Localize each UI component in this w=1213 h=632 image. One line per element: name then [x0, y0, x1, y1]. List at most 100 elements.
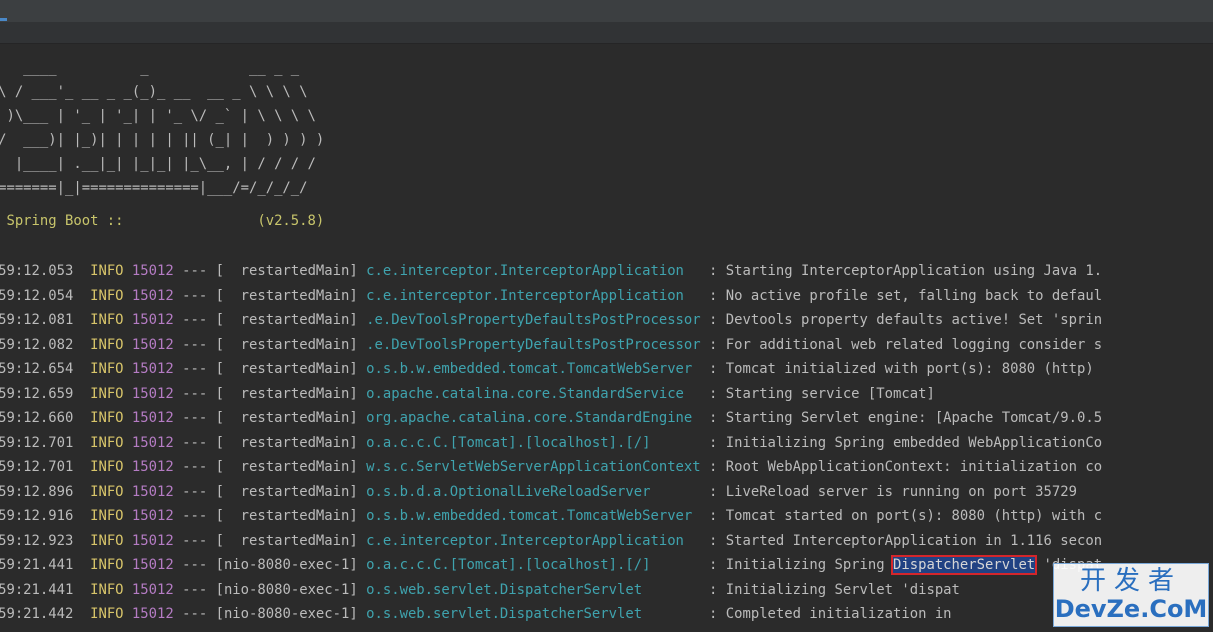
- log-row: 14:59:12.916 INFO 15012 --- [ restartedM…: [0, 504, 1102, 528]
- log-message: : Tomcat started on port(s): 8080 (http)…: [709, 508, 1103, 524]
- log-logger[interactable]: .e.DevToolsPropertyDefaultsPostProcessor: [366, 337, 701, 353]
- banner-line: \\/ ___)| |_)| | | | | || (_| | ) ) ) ): [0, 132, 325, 148]
- log-logger[interactable]: o.apache.catalina.core.StandardService: [366, 386, 701, 402]
- log-level: INFO: [90, 361, 124, 377]
- log-pid: 15012: [131, 336, 174, 353]
- log-thread: [ restartedMain]: [215, 508, 358, 524]
- log-level: INFO: [90, 312, 124, 328]
- log-time: 14:59:12.054: [0, 287, 74, 304]
- log-message: : Initializing Servlet 'dispat: [709, 581, 960, 598]
- log-row: 14:59:12.896 INFO 15012 --- [ restartedM…: [0, 480, 1077, 504]
- log-row: 14:59:12.923 INFO 15012 --- [ restartedM…: [0, 529, 1102, 553]
- log-logger[interactable]: o.s.web.servlet.DispatcherServlet: [366, 606, 701, 622]
- log-thread: [ restartedMain]: [215, 483, 358, 500]
- log-time: 14:59:12.654: [0, 361, 74, 377]
- log-thread: [nio-8080-exec-1]: [215, 581, 358, 598]
- log-time: 14:59:12.896: [0, 483, 74, 500]
- log-pid: 15012: [131, 312, 174, 328]
- log-pid: 15012: [131, 557, 174, 573]
- log-row: 14:59:21.441 INFO 15012 --- [nio-8080-ex…: [0, 553, 1102, 577]
- log-row: 14:59:12.660 INFO 15012 --- [ restartedM…: [0, 406, 1102, 430]
- log-level: INFO: [90, 508, 124, 524]
- log-level: INFO: [90, 532, 124, 549]
- log-thread: [ restartedMain]: [215, 336, 358, 353]
- console-toolbar: [0, 22, 1213, 44]
- log-pid: 15012: [131, 581, 174, 598]
- watermark-chinese-text: 开发者: [1079, 566, 1182, 596]
- log-message: : Starting Servlet engine: [Apache Tomca…: [709, 410, 1103, 426]
- log-row: 14:59:12.081 INFO 15012 --- [ restartedM…: [0, 308, 1102, 332]
- log-logger[interactable]: o.s.b.w.embedded.tomcat.TomcatWebServer: [366, 361, 701, 377]
- log-pid: 15012: [131, 606, 174, 622]
- log-row: 14:59:12.701 INFO 15012 --- [ restartedM…: [0, 431, 1102, 455]
- log-message: : Initializing Spring: [709, 557, 893, 573]
- log-pid: 15012: [131, 459, 174, 475]
- log-pid: 15012: [131, 287, 174, 304]
- log-thread: [ restartedMain]: [215, 312, 358, 328]
- log-message: : Completed initialization in: [709, 606, 952, 622]
- log-pid: 15012: [131, 361, 174, 377]
- log-time: 14:59:12.659: [0, 385, 74, 402]
- log-logger[interactable]: o.s.b.w.embedded.tomcat.TomcatWebServer: [366, 508, 701, 524]
- log-row: 14:59:21.442 INFO 15012 --- [nio-8080-ex…: [0, 602, 952, 626]
- log-logger[interactable]: c.e.interceptor.InterceptorApplication: [366, 533, 701, 549]
- log-time: 14:59:21.442: [0, 606, 74, 622]
- log-row: 14:59:12.701 INFO 15012 --- [ restartedM…: [0, 455, 1102, 479]
- watermark-site-name: DevZe.CoM: [1054, 595, 1208, 623]
- log-thread: [nio-8080-exec-1]: [215, 606, 358, 622]
- log-time: 14:59:12.053: [0, 263, 74, 279]
- log-time: 14:59:12.701: [0, 434, 74, 451]
- log-time: 14:59:12.916: [0, 508, 74, 524]
- log-row: 14:59:12.053 INFO 15012 --- [ restartedM…: [0, 259, 1102, 283]
- log-pid: 15012: [131, 532, 174, 549]
- log-message: : Starting service [Tomcat]: [709, 385, 935, 402]
- log-logger[interactable]: c.e.interceptor.InterceptorApplication: [366, 288, 701, 304]
- log-message: : Started InterceptorApplication in 1.11…: [709, 532, 1103, 549]
- title-bar: [0, 0, 1213, 22]
- log-time: 14:59:12.701: [0, 459, 74, 475]
- run-console-output[interactable]: . ____ _ __ _ _ /\\ / ___'_ __ _ _(_)_ _…: [0, 44, 1213, 632]
- search-highlight: DispatcherServlet: [890, 555, 1038, 575]
- log-logger[interactable]: o.s.web.servlet.DispatcherServlet: [366, 582, 701, 598]
- site-watermark: 开发者 DevZe.CoM: [1053, 563, 1209, 627]
- log-row: 14:59:12.054 INFO 15012 --- [ restartedM…: [0, 284, 1102, 308]
- log-logger[interactable]: o.a.c.c.C.[Tomcat].[localhost].[/]: [366, 435, 701, 451]
- log-logger[interactable]: .e.DevToolsPropertyDefaultsPostProcessor: [366, 312, 701, 328]
- log-message: : Tomcat initialized with port(s): 8080 …: [709, 361, 1094, 377]
- banner-line: /\\ / ___'_ __ _ _(_)_ __ __ _ \ \ \ \: [0, 84, 308, 100]
- log-logger[interactable]: o.s.b.d.a.OptionalLiveReloadServer: [366, 484, 701, 500]
- log-level: INFO: [90, 459, 124, 475]
- log-message: : Devtools property defaults active! Set…: [709, 312, 1103, 328]
- log-thread: [ restartedMain]: [215, 459, 358, 475]
- log-time: 14:59:21.441: [0, 557, 74, 573]
- log-message: : No active profile set, falling back to…: [709, 287, 1103, 304]
- log-message: : Starting InterceptorApplication using …: [709, 263, 1103, 279]
- log-message: : LiveReload server is running on port 3…: [709, 483, 1077, 500]
- banner-line: ( ( )\___ | '_ | '_| | '_ \/ _` | \ \ \ …: [0, 108, 316, 124]
- log-pid: 15012: [131, 434, 174, 451]
- log-level: INFO: [90, 483, 124, 500]
- log-row: 14:59:12.082 INFO 15012 --- [ restartedM…: [0, 333, 1102, 357]
- log-time: 14:59:12.082: [0, 336, 74, 353]
- log-logger[interactable]: org.apache.catalina.core.StandardEngine: [366, 410, 701, 426]
- log-level: INFO: [90, 385, 124, 402]
- log-thread: [ restartedMain]: [215, 263, 358, 279]
- log-level: INFO: [90, 606, 124, 622]
- log-pid: 15012: [131, 508, 174, 524]
- log-logger[interactable]: o.a.c.c.C.[Tomcat].[localhost].[/]: [366, 557, 701, 573]
- log-logger[interactable]: c.e.interceptor.InterceptorApplication: [366, 263, 701, 279]
- spring-boot-version-line: :: Spring Boot :: (v2.5.8): [0, 213, 325, 229]
- log-thread: [ restartedMain]: [215, 287, 358, 304]
- log-level: INFO: [90, 434, 124, 451]
- log-logger[interactable]: w.s.c.ServletWebServerApplicationContext: [366, 459, 701, 475]
- log-thread: [ restartedMain]: [215, 532, 358, 549]
- log-level: INFO: [90, 287, 124, 304]
- log-thread: [ restartedMain]: [215, 361, 358, 377]
- active-tab-indicator: [0, 18, 7, 21]
- log-level: INFO: [90, 336, 124, 353]
- log-thread: [ restartedMain]: [215, 410, 358, 426]
- log-pid: 15012: [131, 385, 174, 402]
- log-pid: 15012: [131, 410, 174, 426]
- log-pid: 15012: [131, 263, 174, 279]
- banner-line: ' |____| .__|_| |_|_| |_\__, | / / / /: [0, 156, 316, 172]
